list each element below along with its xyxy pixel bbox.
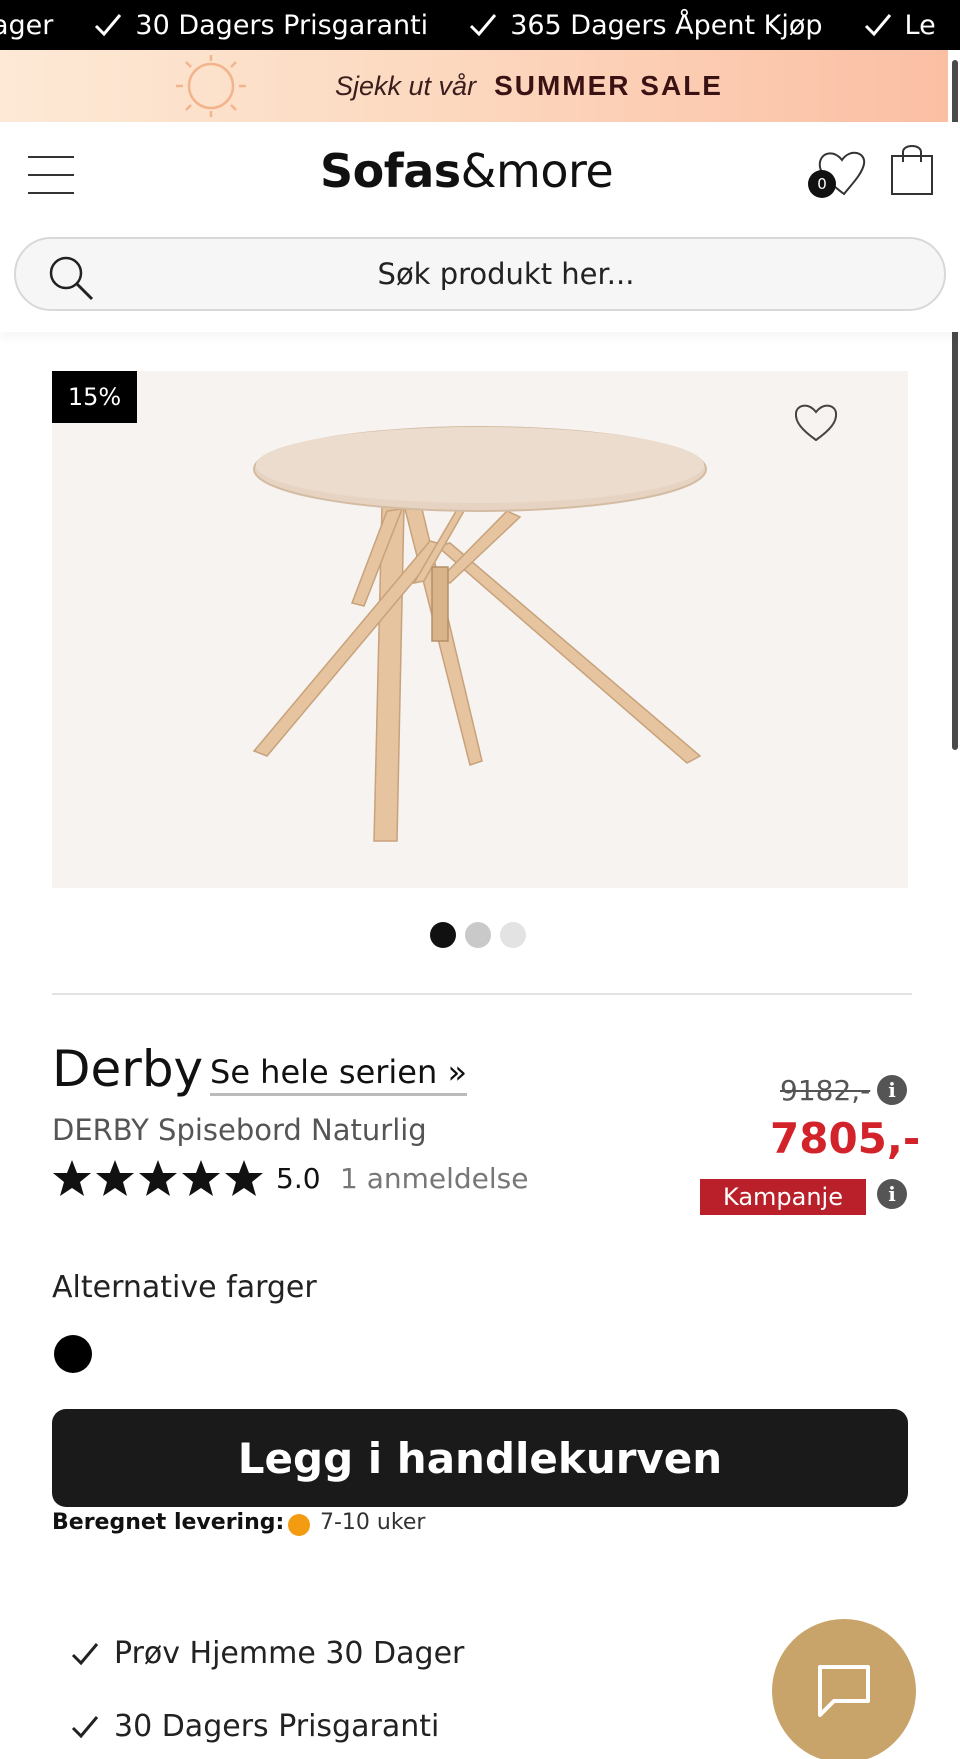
checkmark-icon <box>470 14 497 37</box>
star-icon <box>225 1160 263 1196</box>
price-info-icon[interactable]: i <box>877 1075 907 1105</box>
see-series-link[interactable]: Se hele serien » <box>210 1053 468 1096</box>
carousel-dot-2[interactable] <box>465 922 491 948</box>
usp-label: 30 Dagers Prisgaranti <box>114 1709 440 1744</box>
promo-highlight-text: SUMMER SALE <box>494 70 723 101</box>
old-price: 9182,- <box>780 1074 871 1107</box>
product-brand: Derby <box>52 1040 204 1098</box>
review-count-link[interactable]: 1 anmeldelse <box>340 1162 529 1195</box>
delivery-estimate: 7-10 uker <box>320 1510 426 1535</box>
product-image[interactable] <box>52 371 908 888</box>
carousel-dot-1[interactable] <box>430 922 456 948</box>
rating-value: 5.0 <box>276 1162 321 1195</box>
wishlist-count-badge: 0 <box>808 170 836 198</box>
sun-icon <box>176 55 246 117</box>
star-icon <box>53 1160 91 1196</box>
carousel-dots <box>430 922 535 948</box>
color-swatch-black[interactable] <box>54 1335 92 1373</box>
ticker-item: ager <box>0 10 53 41</box>
chat-bubble-icon <box>818 1665 870 1717</box>
usp-label: Prøv Hjemme 30 Dager <box>114 1636 465 1671</box>
promo-lead-text: Sjekk ut vår <box>335 70 477 101</box>
delivery-label: Beregnet levering: <box>52 1510 285 1535</box>
divider <box>52 993 912 995</box>
chat-button[interactable] <box>772 1619 916 1759</box>
site-header: Sofas&more 0 <box>0 122 960 232</box>
logo-rest: &more <box>460 144 614 198</box>
product-name: DERBY Spisebord Naturlig <box>52 1113 427 1147</box>
ticker-item-label: ager <box>0 9 54 41</box>
checkmark-icon <box>95 14 122 37</box>
search-bar-container <box>0 232 960 332</box>
star-icon <box>139 1160 177 1196</box>
dining-table-image <box>52 371 908 888</box>
shopping-bag-icon[interactable] <box>890 142 934 196</box>
carousel-dot-3[interactable] <box>500 922 526 948</box>
logo-bold: Sofas <box>320 144 461 198</box>
checkmark-icon <box>71 1715 99 1738</box>
usp-item: 30 Dagers Prisgaranti <box>70 1709 439 1744</box>
campaign-badge: Kampanje <box>700 1179 866 1215</box>
search-input[interactable] <box>116 239 896 309</box>
sale-price: 7805,- <box>770 1114 921 1163</box>
ticker-item: 365 Dagers Åpent Kjøp <box>468 9 823 41</box>
ticker-item: Le <box>863 10 936 41</box>
summer-sale-banner[interactable]: Sjekk ut vår SUMMER SALE <box>0 50 948 122</box>
usp-item: Prøv Hjemme 30 Dager <box>70 1636 464 1671</box>
favorite-heart-icon[interactable] <box>792 400 840 444</box>
ticker-item-label: Le <box>904 9 936 41</box>
checkmark-icon <box>71 1642 99 1665</box>
campaign-info-icon[interactable]: i <box>877 1179 907 1209</box>
delivery-status-dot <box>288 1514 310 1536</box>
ticker-item: 30 Dagers Prisgaranti <box>93 10 428 41</box>
rating-stars <box>52 1158 267 1198</box>
menu-icon[interactable] <box>28 156 74 196</box>
add-to-cart-button[interactable]: Legg i handlekurven <box>52 1409 908 1507</box>
star-icon <box>96 1160 134 1196</box>
discount-badge: 15% <box>52 371 137 423</box>
checkmark-icon <box>864 14 891 37</box>
search-icon[interactable] <box>46 253 96 303</box>
site-logo[interactable]: Sofas&more <box>320 144 614 198</box>
usp-ticker: ager 30 Dagers Prisgaranti 365 Dagers Åp… <box>0 0 960 50</box>
star-icon <box>182 1160 220 1196</box>
ticker-track: ager 30 Dagers Prisgaranti 365 Dagers Åp… <box>0 0 960 50</box>
ticker-item-label: 365 Dagers Åpent Kjøp <box>510 9 823 41</box>
alternative-colors-label: Alternative farger <box>52 1270 317 1305</box>
search-bar[interactable] <box>14 237 946 311</box>
ticker-item-label: 30 Dagers Prisgaranti <box>135 9 429 41</box>
